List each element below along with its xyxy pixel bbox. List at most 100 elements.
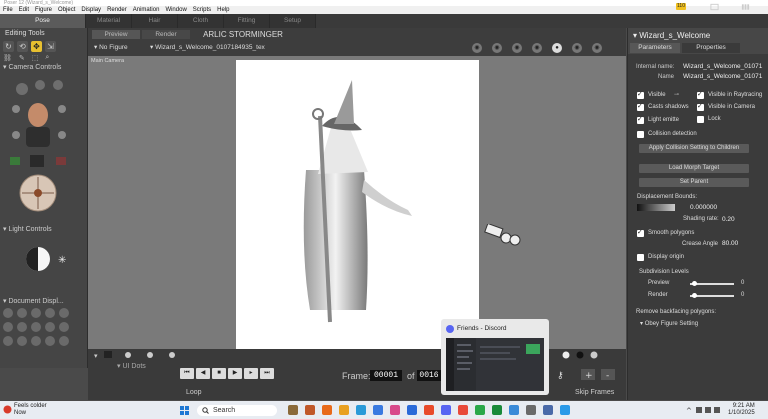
loop-toggle[interactable]: Loop xyxy=(186,389,202,396)
menu-figure[interactable]: Figure xyxy=(35,7,52,13)
app-icon-9[interactable] xyxy=(424,405,434,415)
chain-break-icon[interactable]: ⛓ xyxy=(3,54,12,62)
render-icon[interactable]: ● xyxy=(552,43,562,53)
tab-setup[interactable]: Setup xyxy=(270,14,316,28)
display-origin-checkbox[interactable] xyxy=(637,254,644,261)
preview-slider-knob[interactable] xyxy=(692,281,697,286)
tab-fitting[interactable]: Fitting xyxy=(224,14,270,28)
go-end-icon[interactable]: ⏭ xyxy=(260,368,274,379)
scale-tool-icon[interactable]: ⇲ xyxy=(45,40,56,52)
step-back-icon[interactable]: ◀ xyxy=(196,368,210,379)
render-wire-icon[interactable]: ◉ xyxy=(572,43,582,53)
document-viewport[interactable]: Main Camera xyxy=(88,56,626,349)
grouping-icon[interactable]: ⬚ xyxy=(32,54,39,62)
tab-parameters[interactable]: Parameters xyxy=(630,43,680,53)
light-emitter-checkbox[interactable] xyxy=(637,115,644,124)
total-frames-field[interactable]: 0016 xyxy=(417,370,441,381)
set-parent-button[interactable]: Set Parent xyxy=(639,178,749,187)
weather-alert-icon[interactable] xyxy=(3,405,12,414)
menu-edit[interactable]: Edit xyxy=(19,7,29,13)
app-icon-6[interactable] xyxy=(373,405,383,415)
app-icon-3[interactable] xyxy=(322,405,332,415)
load-morph-target-button[interactable]: Load Morph Target xyxy=(639,164,749,173)
tab-pose[interactable]: Pose xyxy=(0,14,86,28)
display-style-grid[interactable] xyxy=(0,307,86,355)
menu-animation[interactable]: Animation xyxy=(133,7,160,13)
camera-object-icon[interactable] xyxy=(484,224,524,250)
render-slider-knob[interactable] xyxy=(692,293,697,298)
tab-hair[interactable]: Hair xyxy=(132,14,178,28)
view-magnifier-icon[interactable]: ⌕ xyxy=(45,54,49,62)
app-icon-8[interactable] xyxy=(407,405,417,415)
crease-angle-value[interactable]: 80.00 xyxy=(722,240,738,247)
displacement-dial[interactable] xyxy=(637,204,675,211)
lock-checkbox[interactable] xyxy=(697,116,704,123)
app-icon-13[interactable] xyxy=(492,405,502,415)
menu-scripts[interactable]: Scripts xyxy=(193,7,211,13)
app-icon-16[interactable] xyxy=(543,405,553,415)
rotate-tool-icon[interactable]: ↻ xyxy=(3,40,14,52)
app-icon-14[interactable] xyxy=(509,405,519,415)
library-icon[interactable] xyxy=(741,3,750,11)
menu-display[interactable]: Display xyxy=(81,7,101,13)
name-field[interactable]: Wizard_s_Welcome_01071 xyxy=(683,73,767,80)
xbox-icon[interactable] xyxy=(475,405,485,415)
play-icon[interactable]: ▶ xyxy=(228,368,242,379)
discord-taskbar-icon[interactable] xyxy=(441,405,451,415)
brave-icon[interactable] xyxy=(458,405,468,415)
visible-checkbox[interactable] xyxy=(637,90,644,99)
render-hq-icon[interactable]: ◉ xyxy=(592,43,602,53)
tab-render[interactable]: Render xyxy=(142,30,190,39)
app-icon-17[interactable] xyxy=(560,405,570,415)
discord-thumbnail[interactable] xyxy=(446,338,544,391)
render-settings-icon[interactable]: ◉ xyxy=(492,43,502,53)
obey-figure-dropdown[interactable]: ▾ Obey Figure Setting xyxy=(640,320,698,327)
notification-badge[interactable]: 110 xyxy=(676,3,686,10)
menu-render[interactable]: Render xyxy=(107,7,127,13)
stop-icon[interactable]: ■ xyxy=(212,368,226,379)
smooth-polygons-checkbox[interactable] xyxy=(637,228,644,237)
tab-cloth[interactable]: Cloth xyxy=(178,14,224,28)
system-tray-icons[interactable]: ^ xyxy=(686,406,722,414)
app-icon-15[interactable] xyxy=(526,405,536,415)
object-dropdown[interactable]: ▾ Wizard_s_Welcome_0107184935_tex xyxy=(150,43,265,51)
area-render-icon[interactable]: ◉ xyxy=(532,43,542,53)
menu-object[interactable]: Object xyxy=(58,7,75,13)
app-icon-2[interactable] xyxy=(305,405,315,415)
morph-brush-icon[interactable]: ✎ xyxy=(19,54,25,62)
apply-collision-button[interactable]: Apply Collision Setting to Children xyxy=(639,144,749,153)
skip-frames-toggle[interactable]: Skip Frames xyxy=(575,389,614,396)
help-icon[interactable] xyxy=(710,3,719,11)
frame-field[interactable]: 00001 xyxy=(370,370,402,381)
twist-tool-icon[interactable]: ⟲ xyxy=(17,40,28,52)
translate-tool-icon[interactable]: ✥ xyxy=(31,40,42,52)
light-controls-widget[interactable]: ✳ xyxy=(0,235,86,285)
edge-icon[interactable] xyxy=(356,405,366,415)
app-icon-1[interactable] xyxy=(288,405,298,415)
menu-help[interactable]: Help xyxy=(217,7,229,13)
start-icon[interactable] xyxy=(180,406,189,415)
tab-preview[interactable]: Preview xyxy=(92,30,140,39)
figure-dropdown[interactable]: ▾ No Figure xyxy=(94,43,128,51)
casts-shadows-checkbox[interactable] xyxy=(637,102,644,111)
camera-controls-widget[interactable] xyxy=(0,73,86,223)
displacement-value[interactable]: 0.000000 xyxy=(690,204,717,211)
weather-widget[interactable]: Feels colder Now xyxy=(14,403,47,417)
taskbar-search[interactable]: Search xyxy=(197,405,277,416)
visible-camera-checkbox[interactable] xyxy=(697,102,704,111)
app-icon-7[interactable] xyxy=(390,405,400,415)
wizard-figure[interactable] xyxy=(236,60,479,349)
tab-material[interactable]: Material xyxy=(86,14,132,28)
sketch-render-icon[interactable]: ◉ xyxy=(512,43,522,53)
collision-detection-checkbox[interactable] xyxy=(637,131,644,138)
shading-rate-value[interactable]: 0.20 xyxy=(722,216,735,223)
camera-icon[interactable]: ◉ xyxy=(472,43,482,53)
step-forward-icon[interactable]: ▸ xyxy=(244,368,258,379)
tab-properties[interactable]: Properties xyxy=(682,43,740,53)
clock[interactable]: 9:21 AM 1/10/2025 xyxy=(728,403,755,417)
menu-file[interactable]: File xyxy=(3,7,13,13)
go-start-icon[interactable]: ⏮ xyxy=(180,368,194,379)
file-explorer-icon[interactable] xyxy=(339,405,349,415)
menu-window[interactable]: Window xyxy=(165,7,186,13)
taskbar-preview-popup[interactable]: Friends - Discord xyxy=(441,319,549,395)
